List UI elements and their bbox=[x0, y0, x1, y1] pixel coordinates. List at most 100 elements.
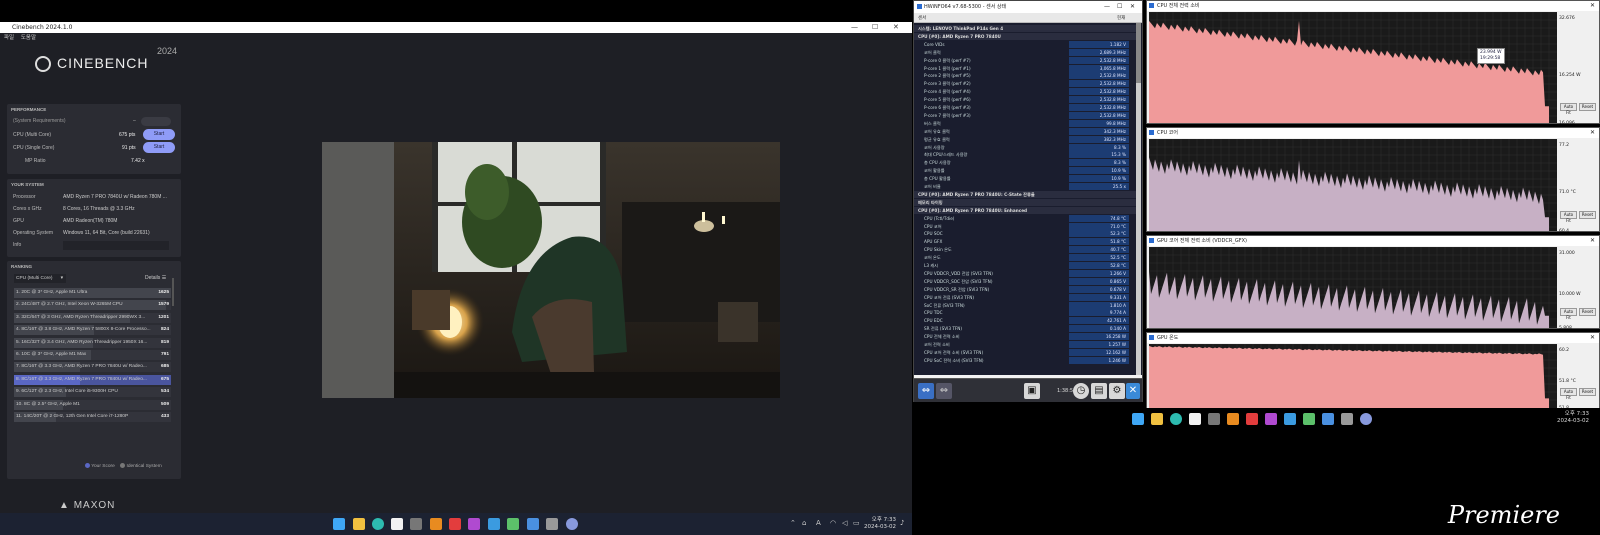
bell-icon[interactable]: ♪ bbox=[900, 519, 904, 527]
ranking-item[interactable]: 4. 8C/16T @ 3.8 GHz, AMD Ryzen 7 5800X 8… bbox=[14, 325, 171, 336]
network-icon[interactable]: ▣ bbox=[1024, 383, 1040, 399]
maximize-icon[interactable]: ☐ bbox=[1117, 1, 1122, 13]
sensor-row[interactable]: CPU Skin 온도 40.7 °C bbox=[914, 246, 1136, 254]
nav-arrows-icon[interactable]: ⇔ bbox=[936, 383, 952, 399]
minimize-icon[interactable]: — bbox=[851, 22, 858, 33]
sensor-row[interactable]: 평균 유효 클럭 382.3 MHz bbox=[914, 135, 1136, 143]
sensor-row[interactable]: 총 CPU 사용량 8.3 % bbox=[914, 159, 1136, 167]
sensor-row[interactable]: 코어 사용량 8.3 % bbox=[914, 143, 1136, 151]
ime-indicator[interactable]: A bbox=[816, 519, 821, 527]
maximize-icon[interactable]: ☐ bbox=[872, 22, 878, 33]
close-icon[interactable]: ✕ bbox=[1590, 236, 1595, 246]
app-icon[interactable] bbox=[449, 518, 461, 530]
windows-start-icon[interactable] bbox=[333, 518, 345, 530]
sensor-row[interactable]: 코어 비율 25.5 x bbox=[914, 183, 1136, 190]
sensor-group[interactable]: 시스템: LENOVO ThinkPad P14s Gen 4 bbox=[914, 25, 1136, 33]
app-icon[interactable] bbox=[1284, 413, 1296, 425]
app-icon[interactable] bbox=[1246, 413, 1258, 425]
sensor-row[interactable]: CPU 코어 전류 (SVI3 TFN) 9.331 A bbox=[914, 293, 1136, 301]
close-icon[interactable]: ✕ bbox=[1590, 1, 1595, 11]
nav-arrows-icon[interactable]: ⇔ bbox=[918, 383, 934, 399]
sensor-row[interactable]: CPU TDC 9.774 A bbox=[914, 309, 1136, 317]
info-field[interactable] bbox=[63, 241, 169, 250]
app-icon[interactable] bbox=[507, 518, 519, 530]
app-icon[interactable] bbox=[1208, 413, 1220, 425]
clock[interactable]: 오후 7:33 2024-03-02 bbox=[1553, 411, 1589, 425]
sensor-group[interactable]: CPU [#0]: AMD Ryzen 7 PRO 7840U: Enhance… bbox=[914, 206, 1136, 215]
sensor-row[interactable]: SoC 전류 (SVI3 TFN) 1.810 A bbox=[914, 301, 1136, 309]
file-explorer-icon[interactable] bbox=[1151, 413, 1163, 425]
sensor-row[interactable]: SR 전류 (SVI3 TFN) 0.140 A bbox=[914, 325, 1136, 333]
onenote-icon[interactable] bbox=[468, 518, 480, 530]
edge-icon[interactable] bbox=[1170, 413, 1182, 425]
sensor-column-header[interactable]: 센서 bbox=[918, 15, 926, 21]
cinebench-taskbar-icon[interactable] bbox=[566, 518, 578, 530]
sensor-row[interactable]: P-core 3 클럭 (perf #2) 2,532.8 MHz bbox=[914, 80, 1136, 88]
sensor-row[interactable]: 코어 유효 클럭 342.3 MHz bbox=[914, 127, 1136, 135]
volume-icon[interactable]: ◁ bbox=[842, 519, 847, 527]
sensor-row[interactable]: CPU SOC 52.3 °C bbox=[914, 230, 1136, 238]
scrollbar[interactable] bbox=[172, 278, 174, 306]
tray-chevron-icon[interactable]: ⌃ bbox=[790, 519, 796, 527]
ranking-item[interactable]: 5. 16C/32T @ 3.4 GHz, AMD Ryzen Threadri… bbox=[14, 337, 171, 348]
sensor-row[interactable]: 버스 클럭 99.8 MHz bbox=[914, 119, 1136, 127]
auto-fit-button[interactable]: Auto Fit bbox=[1560, 388, 1577, 400]
sysreq-label[interactable]: (System Requirements) bbox=[13, 118, 66, 124]
multi-core-start-button[interactable]: Start bbox=[143, 129, 175, 140]
sensor-row[interactable]: CPU EDC 42.761 A bbox=[914, 317, 1136, 325]
sensor-row[interactable]: CPU SoC 전력 소비 (SVI3 TFN) 1.246 W bbox=[914, 356, 1136, 364]
scrollbar[interactable] bbox=[1136, 23, 1141, 375]
close-icon[interactable]: ✕ bbox=[1590, 333, 1595, 343]
sensor-row[interactable]: 총 CPU 활용률 10.9 % bbox=[914, 175, 1136, 183]
sensor-row[interactable]: 최대 CPU/스레드 사용량 15.3 % bbox=[914, 151, 1136, 159]
sensor-row[interactable]: APU GFX 51.8 °C bbox=[914, 238, 1136, 246]
edge-icon[interactable] bbox=[372, 518, 384, 530]
ranking-item[interactable]: 3. 32C/64T @ 3 GHz, AMD Ryzen Threadripp… bbox=[14, 312, 171, 323]
reset-button[interactable]: Reset bbox=[1579, 211, 1596, 219]
sensor-row[interactable]: P-core 7 클럭 (perf #3) 2,532.8 MHz bbox=[914, 111, 1136, 119]
ranking-select[interactable]: CPU (Multi Core) ▾ bbox=[14, 274, 66, 283]
value-column-header[interactable]: 현재 bbox=[1117, 15, 1125, 21]
auto-fit-button[interactable]: Auto Fit bbox=[1560, 211, 1577, 223]
close-icon[interactable]: ✕ bbox=[1126, 383, 1140, 399]
ranking-item[interactable]: 11. 14C/20T @ 2 GHz, 12th Gen Intel Core… bbox=[14, 412, 171, 422]
sensor-row[interactable]: P-core 5 클럭 (perf #6) 2,532.8 MHz bbox=[914, 96, 1136, 104]
sensor-row[interactable]: P-core 0 클럭 (perf #7) 2,532.8 MHz bbox=[914, 56, 1136, 64]
sensor-row[interactable]: P-core 2 클럭 (perf #5) 2,532.8 MHz bbox=[914, 72, 1136, 80]
sensor-row[interactable]: 코어 클럭 2,689.3 MHz bbox=[914, 48, 1136, 56]
search-icon[interactable] bbox=[1227, 413, 1239, 425]
sensor-row[interactable]: P-core 6 클럭 (perf #3) 2,532.8 MHz bbox=[914, 104, 1136, 111]
auto-fit-button[interactable]: Auto Fit bbox=[1560, 308, 1577, 320]
clock[interactable]: 오후 7:33 2024-03-02 bbox=[862, 517, 896, 531]
battery-icon[interactable]: ▭ bbox=[853, 519, 860, 527]
minimize-icon[interactable]: — bbox=[1104, 1, 1110, 13]
sensor-row[interactable]: CPU VDDCR_SOC 전압 (SVI3 TFN) 0.865 V bbox=[914, 277, 1136, 285]
app-icon[interactable] bbox=[410, 518, 422, 530]
sensor-row[interactable]: CPU 코어 71.0 °C bbox=[914, 222, 1136, 230]
ranking-item[interactable]: 7. 8C/16T @ 3.3 GHz, AMD Ryzen 7 PRO 784… bbox=[14, 362, 171, 373]
single-core-start-button[interactable]: Start bbox=[143, 142, 175, 153]
sensor-row[interactable]: P-core 1 클럭 (perf #1) 3,065.8 MHz bbox=[914, 64, 1136, 72]
sensor-row[interactable]: 코어 전력 소비 1.257 W bbox=[914, 341, 1136, 348]
sensor-row[interactable]: 코어 활용률 10.9 % bbox=[914, 167, 1136, 175]
sensor-row[interactable]: L3 캐시 52.8 °C bbox=[914, 262, 1136, 269]
ranking-item[interactable]: 8. 8C/16T @ 3.3 GHz, AMD Ryzen 7 PRO 784… bbox=[14, 374, 171, 385]
cinebench-taskbar-icon[interactable] bbox=[1360, 413, 1372, 425]
ranking-item[interactable]: 10. 8C @ 2.5* GHz, Apple M1 509 bbox=[14, 399, 171, 410]
ranking-item[interactable]: 2. 24C/48T @ 2.7 GHz, Intel Xeon W-3265M… bbox=[14, 300, 171, 311]
menu-file[interactable]: 파일 bbox=[4, 35, 14, 41]
windows-start-icon[interactable] bbox=[1132, 413, 1144, 425]
sensor-group[interactable]: 메모리 타이밍 bbox=[914, 198, 1136, 207]
reset-button[interactable]: Reset bbox=[1579, 103, 1596, 111]
sensor-row[interactable]: CPU VDDCR_VDD 전압 (SVI3 TFN) 1.266 V bbox=[914, 269, 1136, 277]
sensor-row[interactable]: P-core 4 클럭 (perf #4) 2,532.8 MHz bbox=[914, 88, 1136, 96]
reset-button[interactable]: Reset bbox=[1579, 308, 1596, 316]
wifi-icon[interactable]: ◠ bbox=[830, 519, 836, 527]
file-explorer-icon[interactable] bbox=[353, 518, 365, 530]
close-icon[interactable]: ✕ bbox=[893, 22, 899, 33]
app-icon[interactable] bbox=[488, 518, 500, 530]
close-icon[interactable]: ✕ bbox=[1590, 128, 1595, 138]
sensor-row[interactable]: CPU 코어 전력 소비 (SVI3 TFN) 12.162 W bbox=[914, 348, 1136, 356]
details-button[interactable]: Details ☰ bbox=[145, 275, 166, 281]
sensor-row[interactable]: 코어 온도 52.5 °C bbox=[914, 254, 1136, 262]
